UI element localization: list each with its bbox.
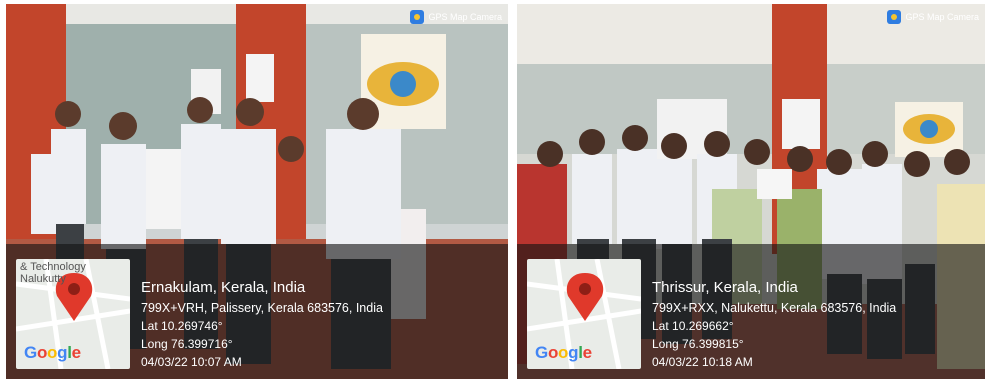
gps-label: GPS Map Camera xyxy=(905,12,979,22)
location-details: Ernakulam, Kerala, India 799X+VRH, Palis… xyxy=(141,279,383,371)
city-text: Ernakulam, Kerala, India xyxy=(141,279,306,296)
gps-map-camera-icon xyxy=(410,10,425,24)
google-logo: Google xyxy=(24,343,81,362)
gps-label: GPS Map Camera xyxy=(428,12,502,22)
longitude-text: Long 76.399716° xyxy=(141,337,233,351)
location-details: Thrissur, Kerala, India 799X+RXX, Naluke… xyxy=(652,279,896,371)
gps-map-camera-tag: GPS Map Camera xyxy=(410,10,502,24)
address-text: 799X+VRH, Palissery, Kerala 683576, Indi… xyxy=(141,301,383,315)
address-text: 799X+RXX, Nalukettu, Kerala 683576, Indi… xyxy=(652,301,897,315)
city-text: Thrissur, Kerala, India xyxy=(652,279,798,296)
longitude-text: Long 76.399815° xyxy=(652,337,744,351)
datetime-text: 04/03/22 10:18 AM xyxy=(652,355,753,369)
map-place-text: & Technology Nalukutty xyxy=(20,261,86,285)
gps-map-camera-icon xyxy=(887,10,902,24)
gps-map-camera-tag: GPS Map Camera xyxy=(887,10,979,24)
map-thumbnail: Google xyxy=(527,259,641,369)
latitude-text: Lat 10.269746° xyxy=(141,319,223,333)
photo-right: GPS Map Camera Google Thrissur, Kerala, … xyxy=(517,4,985,379)
datetime-text: 04/03/22 10:07 AM xyxy=(141,355,242,369)
map-pin-icon xyxy=(566,273,604,321)
latitude-text: Lat 10.269662° xyxy=(652,319,734,333)
google-logo: Google xyxy=(535,343,592,362)
photo-left: GPS Map Camera & Technology Nalukutty Go… xyxy=(6,4,508,379)
map-thumbnail: & Technology Nalukutty Google xyxy=(16,259,130,369)
